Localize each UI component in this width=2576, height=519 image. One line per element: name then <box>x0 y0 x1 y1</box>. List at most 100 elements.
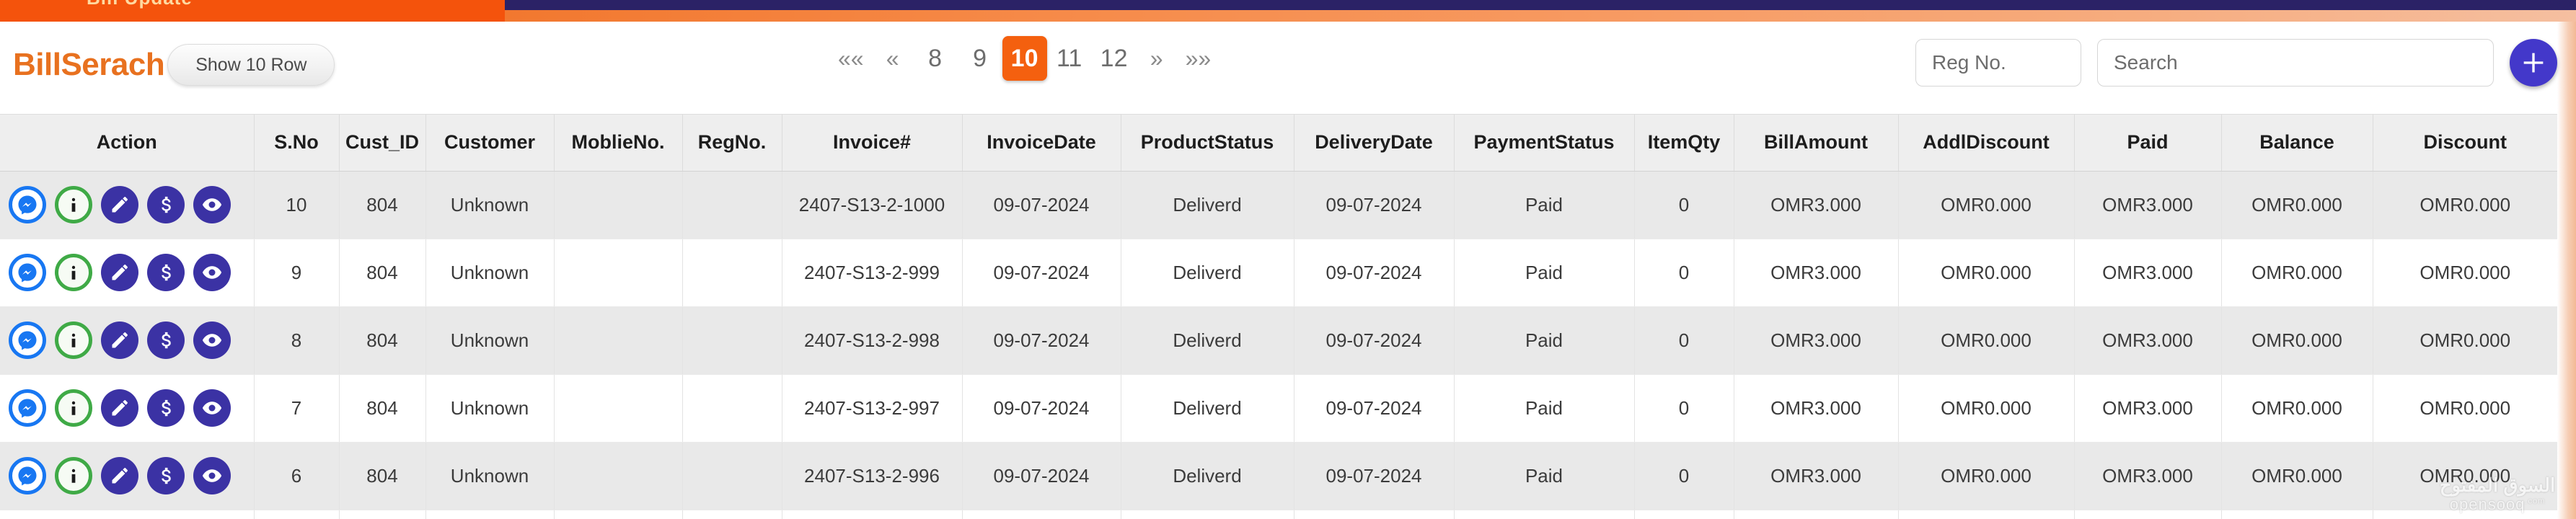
column-header-addl-discount[interactable]: AddlDiscount <box>1898 115 2075 172</box>
pagination-last[interactable]: »» <box>1177 36 1220 81</box>
column-header-action[interactable]: Action <box>0 115 255 172</box>
cell-delivery-date: 09-07-2024 <box>1294 306 1455 375</box>
pagination-page-10[interactable]: 10 <box>1002 36 1047 81</box>
cell-cust-id: 804 <box>339 239 426 307</box>
cell-payment-status: Paid <box>1454 239 1635 307</box>
column-header-item-qty[interactable]: ItemQty <box>1634 115 1734 172</box>
pagination-page-11[interactable]: 11 <box>1047 36 1092 81</box>
cell-payment-status: Paid <box>1454 171 1635 239</box>
cell-invoice-date: 09-07-2024 <box>962 171 1121 239</box>
pagination-next[interactable]: » <box>1137 36 1177 81</box>
column-header-delivery-date[interactable]: DeliveryDate <box>1294 115 1455 172</box>
search-input[interactable] <box>2097 39 2494 86</box>
column-header-cust-id[interactable]: Cust_ID <box>339 115 426 172</box>
pagination-prev[interactable]: « <box>873 36 913 81</box>
table-row[interactable]: 6 804 Unknown 2407-S13-2-996 09-07-2024 Deliv… <box>0 442 2557 510</box>
show-rows-button[interactable]: Show 10 Row <box>167 44 335 86</box>
edit-icon[interactable] <box>101 321 138 359</box>
cell-action <box>0 510 255 519</box>
cell-payment-status <box>1454 510 1635 519</box>
cell-reg-no <box>682 510 782 519</box>
pagination-first[interactable]: «« <box>829 36 873 81</box>
edit-icon[interactable] <box>101 254 138 291</box>
cell-customer <box>425 510 555 519</box>
dollar-icon[interactable] <box>147 186 185 223</box>
eye-icon[interactable] <box>193 254 231 291</box>
cell-bill-amount: OMR3.000 <box>1734 171 1899 239</box>
column-header-sno[interactable]: S.No <box>254 115 340 172</box>
dollar-icon[interactable] <box>147 254 185 291</box>
column-header-customer[interactable]: Customer <box>425 115 555 172</box>
reg-no-input[interactable] <box>1915 39 2081 86</box>
cell-item-qty: 0 <box>1634 171 1734 239</box>
cell-item-qty <box>1634 510 1734 519</box>
table-row[interactable]: 6804 <box>0 510 2557 519</box>
bill-table: Action S.No Cust_ID Customer MoblieNo. R… <box>0 115 2557 519</box>
dollar-icon[interactable] <box>147 321 185 359</box>
cell-balance <box>2221 510 2373 519</box>
info-icon[interactable] <box>55 389 92 427</box>
messenger-icon[interactable] <box>9 389 46 427</box>
messenger-icon[interactable] <box>9 321 46 359</box>
table-row[interactable]: 10 804 Unknown 2407-S13-2-1000 09-07-2024 Del… <box>0 171 2557 239</box>
table-row[interactable]: 9 804 Unknown 2407-S13-2-999 09-07-2024 Deliv… <box>0 239 2557 307</box>
column-header-mobile-no[interactable]: MoblieNo. <box>554 115 683 172</box>
column-header-paid[interactable]: Paid <box>2074 115 2222 172</box>
cell-cust-id: 804 <box>339 171 426 239</box>
cell-customer: Unknown <box>425 306 555 375</box>
cell-mobile-no <box>554 239 683 307</box>
edit-icon[interactable] <box>101 457 138 494</box>
cell-item-qty: 0 <box>1634 442 1734 510</box>
cell-delivery-date <box>1294 510 1455 519</box>
eye-icon[interactable] <box>193 186 231 223</box>
eye-icon[interactable] <box>193 457 231 494</box>
action-icon-group <box>9 254 254 291</box>
cell-mobile-no <box>554 510 683 519</box>
pagination-page-9[interactable]: 9 <box>958 36 1002 81</box>
cell-action <box>0 239 255 307</box>
cell-action <box>0 171 255 239</box>
table-row[interactable]: 8 804 Unknown 2407-S13-2-998 09-07-2024 Deliv… <box>0 306 2557 375</box>
info-icon[interactable] <box>55 457 92 494</box>
column-header-bill-amount[interactable]: BillAmount <box>1734 115 1899 172</box>
dollar-icon[interactable] <box>147 389 185 427</box>
cell-balance: OMR0.000 <box>2221 239 2373 307</box>
pagination-page-8[interactable]: 8 <box>913 36 958 81</box>
dollar-icon[interactable] <box>147 457 185 494</box>
info-icon[interactable] <box>55 321 92 359</box>
cell-discount: OMR0.000 <box>2373 442 2557 510</box>
cell-customer: Unknown <box>425 171 555 239</box>
table-row[interactable]: 7 804 Unknown 2407-S13-2-997 09-07-2024 Deliv… <box>0 374 2557 443</box>
cell-invoice: 2407-S13-2-998 <box>782 306 963 375</box>
pagination-page-12[interactable]: 12 <box>1092 36 1137 81</box>
cell-delivery-date: 09-07-2024 <box>1294 239 1455 307</box>
cell-mobile-no <box>554 442 683 510</box>
eye-icon[interactable] <box>193 321 231 359</box>
messenger-icon[interactable] <box>9 457 46 494</box>
app-tab[interactable]: Bill Update <box>0 0 505 22</box>
edit-icon[interactable] <box>101 186 138 223</box>
page-title: BillSerach <box>13 47 165 82</box>
table-body: 10 804 Unknown 2407-S13-2-1000 09-07-2024 Del… <box>0 171 2557 519</box>
bill-table-container[interactable]: Action S.No Cust_ID Customer MoblieNo. R… <box>0 114 2557 519</box>
column-header-product-status[interactable]: ProductStatus <box>1121 115 1294 172</box>
column-header-invoice-date[interactable]: InvoiceDate <box>962 115 1121 172</box>
column-header-discount[interactable]: Discount <box>2373 115 2557 172</box>
column-header-balance[interactable]: Balance <box>2221 115 2373 172</box>
cell-sno: 10 <box>254 171 340 239</box>
action-icon-group <box>9 186 254 223</box>
info-icon[interactable] <box>55 254 92 291</box>
messenger-icon[interactable] <box>9 186 46 223</box>
add-button[interactable] <box>2510 39 2557 86</box>
info-icon[interactable] <box>55 186 92 223</box>
eye-icon[interactable] <box>193 389 231 427</box>
cell-customer: Unknown <box>425 239 555 307</box>
edit-icon[interactable] <box>101 389 138 427</box>
cell-invoice: 2407-S13-2-997 <box>782 374 963 443</box>
column-header-payment-status[interactable]: PaymentStatus <box>1454 115 1635 172</box>
column-header-reg-no[interactable]: RegNo. <box>682 115 782 172</box>
cell-invoice-date: 09-07-2024 <box>962 306 1121 375</box>
messenger-icon[interactable] <box>9 254 46 291</box>
cell-balance: OMR0.000 <box>2221 374 2373 443</box>
column-header-invoice[interactable]: Invoice# <box>782 115 963 172</box>
